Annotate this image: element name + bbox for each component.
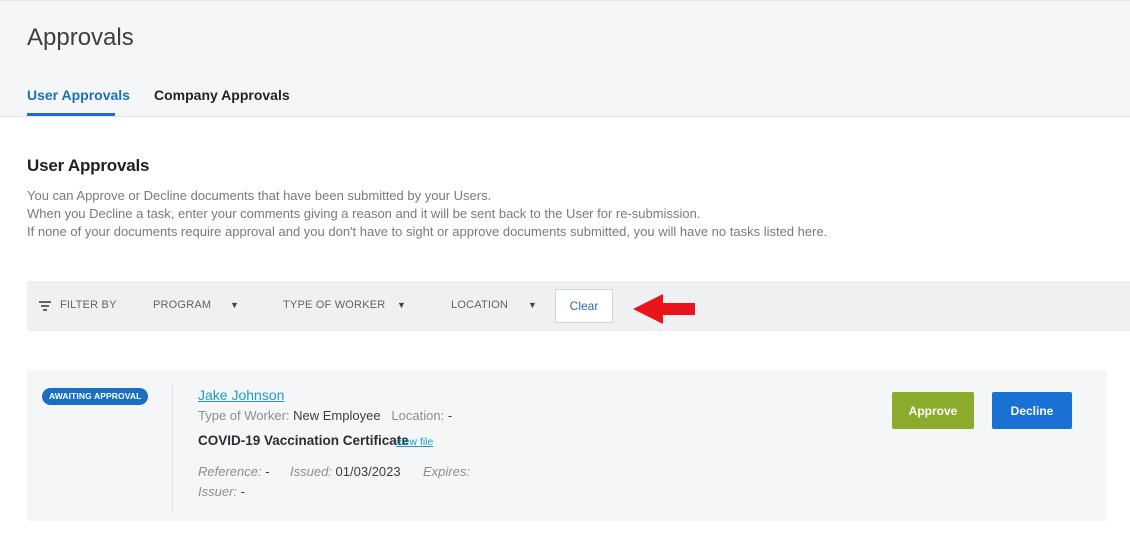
location-label: Location: bbox=[391, 408, 445, 423]
approval-card: AWAITING APPROVAL Jake Johnson Type of W… bbox=[27, 370, 1107, 521]
status-badge: AWAITING APPROVAL bbox=[42, 388, 149, 405]
issued-value: 01/03/2023 bbox=[335, 464, 401, 479]
issuer-value: - bbox=[240, 484, 245, 499]
expires-meta: Expires: bbox=[423, 464, 470, 479]
issued-label: Issued: bbox=[290, 464, 332, 479]
chevron-down-icon[interactable]: ▼ bbox=[397, 300, 406, 310]
view-file-link[interactable]: view file bbox=[396, 436, 433, 448]
approve-button[interactable]: Approve bbox=[892, 392, 974, 429]
chevron-down-icon[interactable]: ▼ bbox=[230, 300, 239, 310]
tab-user-approvals[interactable]: User Approvals bbox=[27, 87, 130, 103]
expires-label: Expires: bbox=[423, 464, 470, 479]
arrow-shape bbox=[633, 294, 695, 324]
page-header: Approvals User Approvals Company Approva… bbox=[0, 0, 1130, 117]
tab-company-approvals[interactable]: Company Approvals bbox=[154, 87, 290, 103]
user-name-link[interactable]: Jake Johnson bbox=[198, 387, 284, 403]
clear-button[interactable]: Clear bbox=[555, 289, 613, 323]
chevron-down-icon[interactable]: ▼ bbox=[528, 300, 537, 310]
active-tab-indicator bbox=[27, 113, 115, 116]
document-meta: Reference: - bbox=[198, 464, 270, 479]
issued-meta: Issued: 01/03/2023 bbox=[290, 464, 401, 479]
document-title: COVID-19 Vaccination Certificate bbox=[198, 433, 409, 448]
description-line: If none of your documents require approv… bbox=[27, 224, 828, 239]
location-value: - bbox=[447, 408, 453, 423]
issuer-meta: Issuer: - bbox=[198, 484, 245, 499]
filter-icon bbox=[39, 301, 51, 311]
location-filter[interactable]: LOCATION bbox=[451, 299, 508, 311]
filter-bar: FILTER BY PROGRAM ▼ TYPE OF WORKER ▼ LOC… bbox=[27, 281, 1130, 331]
worker-meta: Type of Worker: New Employee Location: - bbox=[198, 408, 452, 423]
type-of-worker-value: New Employee bbox=[293, 408, 381, 423]
filter-by-label: FILTER BY bbox=[60, 299, 117, 311]
reference-value: - bbox=[265, 464, 270, 479]
type-of-worker-filter[interactable]: TYPE OF WORKER bbox=[283, 299, 385, 311]
type-of-worker-label: Type of Worker: bbox=[198, 408, 290, 423]
section-title: User Approvals bbox=[27, 156, 150, 175]
program-filter[interactable]: PROGRAM bbox=[153, 299, 211, 311]
description-line: You can Approve or Decline documents tha… bbox=[27, 188, 492, 203]
red-arrow-icon bbox=[633, 294, 695, 324]
issuer-label: Issuer: bbox=[198, 484, 238, 499]
description-line: When you Decline a task, enter your comm… bbox=[27, 206, 701, 221]
decline-button[interactable]: Decline bbox=[992, 392, 1072, 429]
divider bbox=[172, 382, 173, 512]
reference-label: Reference: bbox=[198, 464, 262, 479]
page-title: Approvals bbox=[27, 24, 134, 51]
